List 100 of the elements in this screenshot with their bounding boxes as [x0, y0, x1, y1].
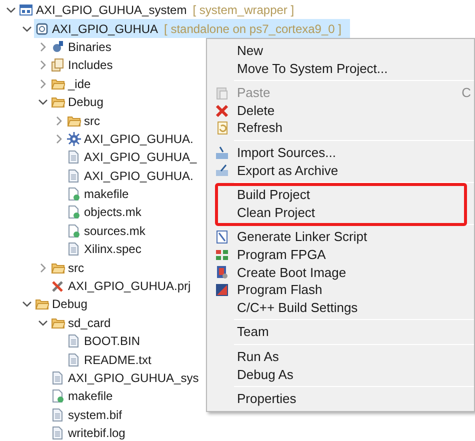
menu-item[interactable]: Import Sources...	[207, 144, 474, 162]
tree-item[interactable]: _ide	[50, 74, 99, 93]
folder-icon	[51, 316, 65, 330]
tree-item[interactable]: AXI_GPIO_GUHUA_system [ system_wrapper ]	[18, 1, 302, 20]
expand-chevron-icon[interactable]	[38, 78, 48, 89]
import-icon	[215, 146, 229, 160]
folder-icon	[51, 260, 65, 275]
tree-item[interactable]: writebif.log	[50, 424, 134, 441]
gear-icon	[67, 132, 81, 146]
boot-image-icon	[215, 265, 229, 280]
tree-item[interactable]: makefile	[66, 184, 137, 204]
item-label: system.bif	[68, 406, 122, 424]
menu-item[interactable]: Generate Linker Script	[207, 228, 474, 246]
menu-item[interactable]: Team	[207, 323, 474, 341]
item-label: Debug	[68, 94, 104, 112]
tree-item[interactable]: Binaries	[50, 38, 120, 56]
file-icon	[67, 168, 81, 183]
tree-item[interactable]: sd_card	[50, 314, 119, 332]
item-label: makefile	[84, 186, 129, 204]
menu-item[interactable]: Delete	[207, 102, 474, 120]
menu-item[interactable]: Export as Archive	[207, 162, 474, 180]
item-label: objects.mk	[84, 204, 142, 222]
file-icon	[51, 371, 65, 385]
tree-item[interactable]: src	[66, 111, 108, 130]
flash-icon	[215, 282, 229, 297]
file-icon	[67, 242, 81, 256]
collapse-chevron-icon[interactable]	[22, 24, 32, 34]
tree-item[interactable]: AXI_GPIO_GUHUA [ standalone on ps7_cortexa9_0 ]	[34, 19, 350, 38]
menu-item[interactable]: Refresh	[207, 119, 474, 137]
item-label: AXI_GPIO_GUHUA.	[84, 168, 194, 185]
item-label: AXI_GPIO_GUHUA	[52, 20, 158, 38]
menu-item[interactable]: C/C++ Build Settings	[207, 298, 474, 316]
x-icon	[215, 104, 229, 118]
collapse-chevron-icon[interactable]	[38, 318, 48, 328]
tree-item[interactable]: AXI_GPIO_GUHUA.prj	[50, 276, 199, 296]
menu-item[interactable]: Properties	[207, 390, 474, 408]
tree-item[interactable]: AXI_GPIO_GUHUA_sys	[50, 368, 207, 388]
item-label: src	[84, 112, 100, 130]
blocks-icon	[215, 248, 229, 262]
item-label: AXI_GPIO_GUHUA.	[84, 130, 194, 148]
tree-item[interactable]: AXI_GPIO_GUHUA.	[66, 166, 202, 185]
expand-chevron-icon[interactable]	[54, 134, 64, 144]
collapse-chevron-icon[interactable]	[22, 299, 32, 310]
file-icon	[51, 408, 65, 422]
tree-item[interactable]: Includes	[50, 56, 121, 75]
chip-icon	[35, 22, 49, 36]
collapse-chevron-icon[interactable]	[6, 5, 16, 16]
expand-chevron-icon[interactable]	[38, 42, 48, 52]
tree-item[interactable]: AXI_GPIO_GUHUA_	[66, 148, 205, 167]
item-label: _ide	[68, 76, 91, 93]
menu-item[interactable]: Program Flash	[207, 281, 474, 299]
tree-item[interactable]: src	[50, 258, 92, 277]
folder-icon	[67, 114, 81, 128]
file-icon	[51, 426, 65, 440]
tree-item[interactable]: makefile	[50, 387, 121, 406]
expand-chevron-icon[interactable]	[38, 262, 48, 273]
item-label: sources.mk	[84, 222, 146, 240]
shortcut-text: C	[462, 84, 471, 102]
item-label: AXI_GPIO_GUHUA_	[84, 149, 197, 166]
item-label: makefile	[68, 388, 113, 406]
expand-chevron-icon[interactable]	[54, 116, 64, 126]
menu-item[interactable]: Create Boot Image	[207, 264, 474, 282]
clipboard-icon	[215, 86, 229, 100]
makefile-icon	[67, 224, 81, 238]
menu-item[interactable]: Clean Project	[207, 204, 474, 222]
item-decoration: [ system_wrapper ]	[192, 2, 294, 20]
collapse-chevron-icon[interactable]	[38, 97, 48, 108]
menu-item[interactable]: Debug As	[207, 366, 474, 384]
item-label: BOOT.BIN	[84, 333, 140, 350]
tree-item[interactable]: system.bif	[50, 406, 130, 424]
menu-item[interactable]: New	[207, 42, 474, 60]
tree-item[interactable]: Debug	[50, 92, 112, 112]
item-decoration: [ standalone on ps7_cortexa9_0 ]	[164, 20, 342, 38]
tree-item[interactable]: BOOT.BIN	[66, 332, 148, 350]
item-label: AXI_GPIO_GUHUA_system	[36, 2, 187, 20]
tree-item[interactable]: Debug	[34, 295, 96, 314]
refresh-icon	[215, 121, 229, 136]
menu-item[interactable]: Move To System Project...	[207, 60, 474, 78]
item-label: writebif.log	[68, 425, 126, 441]
makefile-icon	[67, 205, 81, 220]
menu-item[interactable]: Build Project	[207, 186, 474, 204]
tree-item[interactable]: sources.mk	[66, 222, 154, 240]
item-label: Debug	[52, 296, 88, 314]
menu-item[interactable]: Run As	[207, 348, 474, 366]
menu-item[interactable]: Program FPGA	[207, 246, 474, 264]
file-icon	[67, 352, 81, 367]
tree-item[interactable]: objects.mk	[66, 203, 150, 222]
tree-item[interactable]: Xilinx.spec	[66, 240, 150, 258]
item-label: Xilinx.spec	[84, 241, 142, 258]
expand-chevron-icon[interactable]	[38, 60, 48, 70]
tools-icon	[51, 279, 65, 294]
tree-item[interactable]: AXI_GPIO_GUHUA.	[66, 130, 202, 148]
export-icon	[215, 163, 229, 178]
folder-icon	[51, 95, 65, 110]
item-label: AXI_GPIO_GUHUA.prj	[68, 278, 191, 296]
makefile-icon	[51, 389, 65, 404]
document-icon	[215, 230, 229, 244]
tree-item[interactable]: README.txt	[66, 350, 160, 369]
item-label: src	[68, 260, 84, 277]
file-icon	[67, 150, 81, 164]
